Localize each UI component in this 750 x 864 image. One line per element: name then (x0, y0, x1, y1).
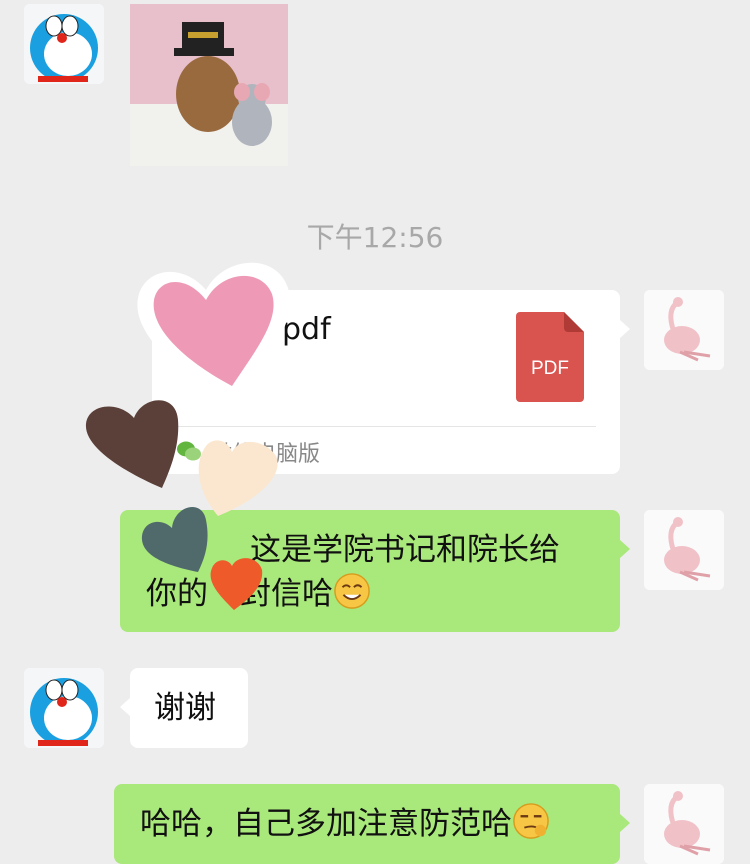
self-avatar[interactable] (644, 510, 724, 590)
outgoing-message-bubble[interactable]: 哈哈，自己多加注意防范哈 (114, 784, 620, 864)
incoming-message-bubble[interactable]: 谢谢 (130, 668, 248, 748)
doraemon-avatar-icon (24, 4, 104, 84)
message-line-2: 你的 封信哈 (146, 572, 620, 616)
file-message-card[interactable]: pdf PDF 微信电脑版 (152, 290, 620, 474)
self-avatar[interactable] (644, 784, 724, 864)
message-line-1: 这是学院书记和院长给 (250, 532, 560, 568)
message-text-b: 封信哈 (240, 576, 333, 612)
self-avatar[interactable] (644, 290, 724, 370)
smiling-emoji-icon (334, 573, 370, 609)
bubble-tail (620, 320, 630, 338)
flamingo-avatar-icon (644, 784, 724, 864)
pdf-icon-label: PDF (531, 358, 569, 379)
smirk-emoji-icon (513, 803, 549, 839)
divider (178, 426, 596, 427)
contact-avatar[interactable] (24, 668, 104, 748)
message-timestamp: 下午12:56 (306, 221, 444, 254)
contact-avatar[interactable] (24, 4, 104, 84)
message-text: 哈哈，自己多加注意防范哈 (140, 806, 512, 842)
bubble-tail (120, 698, 130, 716)
bubble-tail (620, 814, 630, 832)
message-text-a: 你的 (146, 576, 208, 612)
wechat-icon (177, 441, 201, 461)
bubble-tail (620, 540, 630, 558)
file-source-label: 微信电脑版 (210, 442, 321, 467)
doraemon-avatar-icon (24, 668, 104, 748)
sticker-image[interactable] (130, 4, 288, 166)
file-name: pdf (282, 312, 331, 347)
outgoing-message-bubble[interactable]: 这是学院书记和院长给 你的 封信哈 (120, 510, 620, 632)
flamingo-avatar-icon (644, 510, 724, 590)
message-text: 谢谢 (154, 690, 216, 726)
pdf-file-icon: PDF (516, 312, 584, 402)
flamingo-avatar-icon (644, 290, 724, 370)
